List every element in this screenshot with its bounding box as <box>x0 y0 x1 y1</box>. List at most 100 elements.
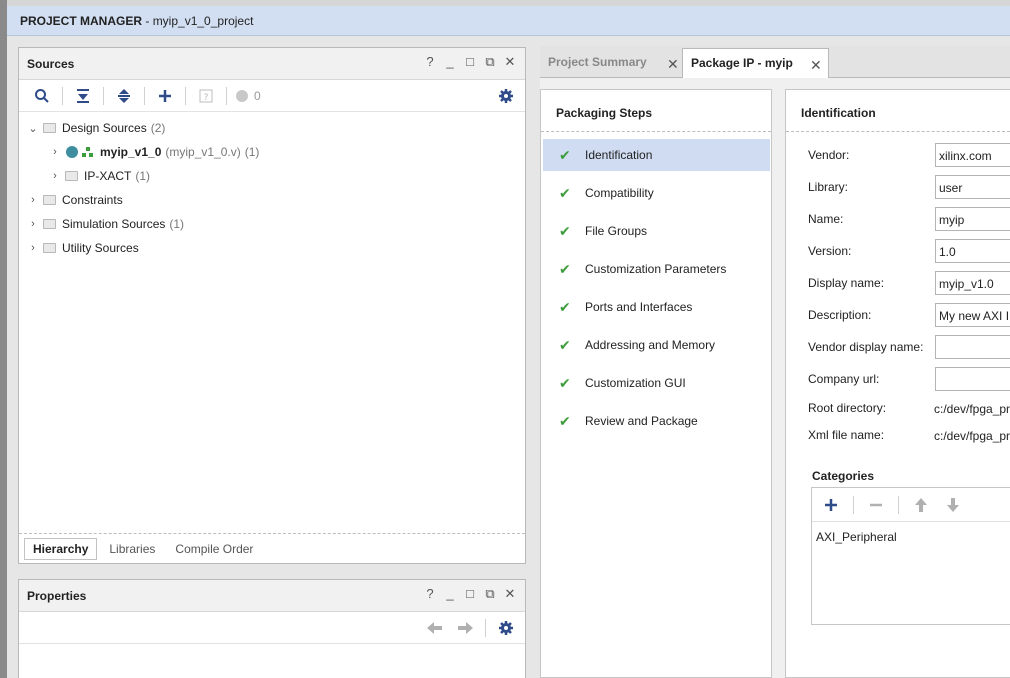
maximize-icon[interactable]: □ <box>463 55 477 69</box>
tree-count: (1) <box>244 145 260 159</box>
sources-toolbar: ? 0 <box>19 80 525 112</box>
step-customization-parameters[interactable]: ✔ Customization Parameters <box>543 253 770 285</box>
collapse-all-icon[interactable] <box>70 85 96 107</box>
float-icon[interactable]: ⧉ <box>483 587 497 601</box>
arrow-right-icon[interactable] <box>452 617 478 639</box>
tree-detail: (myip_v1_0.v) <box>165 145 241 159</box>
check-icon: ✔ <box>559 412 571 429</box>
chevron-right-icon[interactable]: › <box>27 242 39 254</box>
help-box-icon[interactable]: ? <box>193 85 219 107</box>
tree-row-myip[interactable]: › myip_v1_0 (myip_v1_0.v) (1) <box>19 140 525 164</box>
editor-tab-bar: Project Summary ✕ Package IP - myip ✕ <box>540 46 1010 79</box>
expand-all-icon[interactable] <box>111 85 137 107</box>
check-icon: ✔ <box>559 374 571 391</box>
properties-toolbar <box>19 612 525 644</box>
tree-count: (2) <box>150 121 166 135</box>
step-label: Customization GUI <box>585 376 686 390</box>
chevron-right-icon[interactable]: › <box>49 170 61 182</box>
chevron-right-icon[interactable]: › <box>49 146 61 158</box>
check-icon: ✔ <box>559 184 571 201</box>
chevron-right-icon[interactable]: › <box>27 218 39 230</box>
company-url-field[interactable] <box>935 367 1010 391</box>
step-file-groups[interactable]: ✔ File Groups <box>543 215 770 247</box>
tab-package-ip[interactable]: Package IP - myip ✕ <box>682 48 829 79</box>
vendor-display-name-field[interactable] <box>935 335 1010 359</box>
chevron-down-icon[interactable]: ⌄ <box>27 122 39 135</box>
close-icon[interactable]: ✕ <box>503 55 517 69</box>
folder-icon <box>43 219 56 229</box>
add-icon[interactable] <box>152 85 178 107</box>
vendor-field[interactable]: xilinx.com <box>935 143 1010 167</box>
step-addressing-and-memory[interactable]: ✔ Addressing and Memory <box>543 329 770 361</box>
step-label: Identification <box>585 148 653 162</box>
step-compatibility[interactable]: ✔ Compatibility <box>543 177 770 209</box>
minimize-icon[interactable]: _ <box>443 55 457 69</box>
chevron-right-icon[interactable]: › <box>27 194 39 206</box>
remove-icon[interactable] <box>863 494 889 516</box>
description-label: Description: <box>808 308 872 322</box>
tree-label: Design Sources <box>62 121 147 135</box>
display-name-label: Display name: <box>808 276 885 290</box>
gear-icon[interactable] <box>493 617 519 639</box>
toolbar-separator <box>185 86 186 105</box>
tab-compile-order[interactable]: Compile Order <box>167 539 261 559</box>
description-field[interactable]: My new AXI IP <box>935 303 1010 327</box>
module-dot-icon <box>66 146 78 158</box>
check-icon: ✔ <box>559 336 571 353</box>
tree-label: myip_v1_0 <box>100 145 162 159</box>
version-field[interactable]: 1.0 <box>935 239 1010 263</box>
close-tab-icon[interactable]: ✕ <box>667 56 679 73</box>
float-icon[interactable]: ⧉ <box>483 55 497 69</box>
tree-label: Utility Sources <box>62 241 139 255</box>
category-item[interactable]: AXI_Peripheral <box>816 530 897 544</box>
library-label: Library: <box>808 180 849 194</box>
step-ports-and-interfaces[interactable]: ✔ Ports and Interfaces <box>543 291 770 323</box>
left-edge <box>0 0 7 678</box>
tree-label: Simulation Sources <box>62 217 166 231</box>
minimize-icon[interactable]: _ <box>443 587 457 601</box>
status-count: 0 <box>254 88 261 103</box>
toolbar-separator <box>898 495 899 514</box>
sources-title: Sources <box>27 57 75 71</box>
step-label: File Groups <box>585 224 648 238</box>
tree-row-simulation-sources[interactable]: › Simulation Sources (1) <box>19 212 525 236</box>
root-directory-value: c:/dev/fpga_pr <box>934 402 1010 416</box>
tree-row-design-sources[interactable]: ⌄ Design Sources (2) <box>19 116 525 140</box>
step-review-and-package[interactable]: ✔ Review and Package <box>543 405 770 437</box>
arrow-left-icon[interactable] <box>422 617 448 639</box>
library-field[interactable]: user <box>935 175 1010 199</box>
add-icon[interactable] <box>818 494 844 516</box>
tree-label: IP-XACT <box>84 169 132 183</box>
tree-row-constraints[interactable]: › Constraints <box>19 188 525 212</box>
close-tab-icon[interactable]: ✕ <box>810 57 822 74</box>
toolbar-separator <box>103 86 104 105</box>
tree-row-utility-sources[interactable]: › Utility Sources <box>19 236 525 260</box>
gear-icon[interactable] <box>493 85 519 107</box>
maximize-icon[interactable]: □ <box>463 587 477 601</box>
identification-title: Identification <box>786 90 1010 132</box>
step-identification[interactable]: ✔ Identification <box>543 139 770 171</box>
sources-view-tabs: Hierarchy Libraries Compile Order <box>19 533 525 563</box>
search-icon[interactable] <box>29 85 55 107</box>
toolbar-separator <box>485 618 486 637</box>
folder-icon <box>43 195 56 205</box>
move-down-icon[interactable] <box>940 494 966 516</box>
move-up-icon[interactable] <box>908 494 934 516</box>
folder-icon <box>43 243 56 253</box>
step-customization-gui[interactable]: ✔ Customization GUI <box>543 367 770 399</box>
help-icon[interactable]: ? <box>423 587 437 601</box>
tab-project-summary[interactable]: Project Summary ✕ <box>540 48 682 78</box>
close-icon[interactable]: ✕ <box>503 587 517 601</box>
categories-title: Categories <box>812 469 875 483</box>
folder-icon <box>65 171 78 181</box>
project-name: myip_v1_0_project <box>152 14 254 28</box>
tab-libraries[interactable]: Libraries <box>101 539 163 559</box>
tab-hierarchy[interactable]: Hierarchy <box>24 537 98 560</box>
project-manager-label: PROJECT MANAGER <box>20 14 143 28</box>
project-manager-bar: PROJECT MANAGER - myip_v1_0_project <box>7 6 1010 36</box>
display-name-field[interactable]: myip_v1.0 <box>935 271 1010 295</box>
vendor-label: Vendor: <box>808 148 850 162</box>
tree-row-ip-xact[interactable]: › IP-XACT (1) <box>19 164 525 188</box>
help-icon[interactable]: ? <box>423 55 437 69</box>
name-field[interactable]: myip <box>935 207 1010 231</box>
